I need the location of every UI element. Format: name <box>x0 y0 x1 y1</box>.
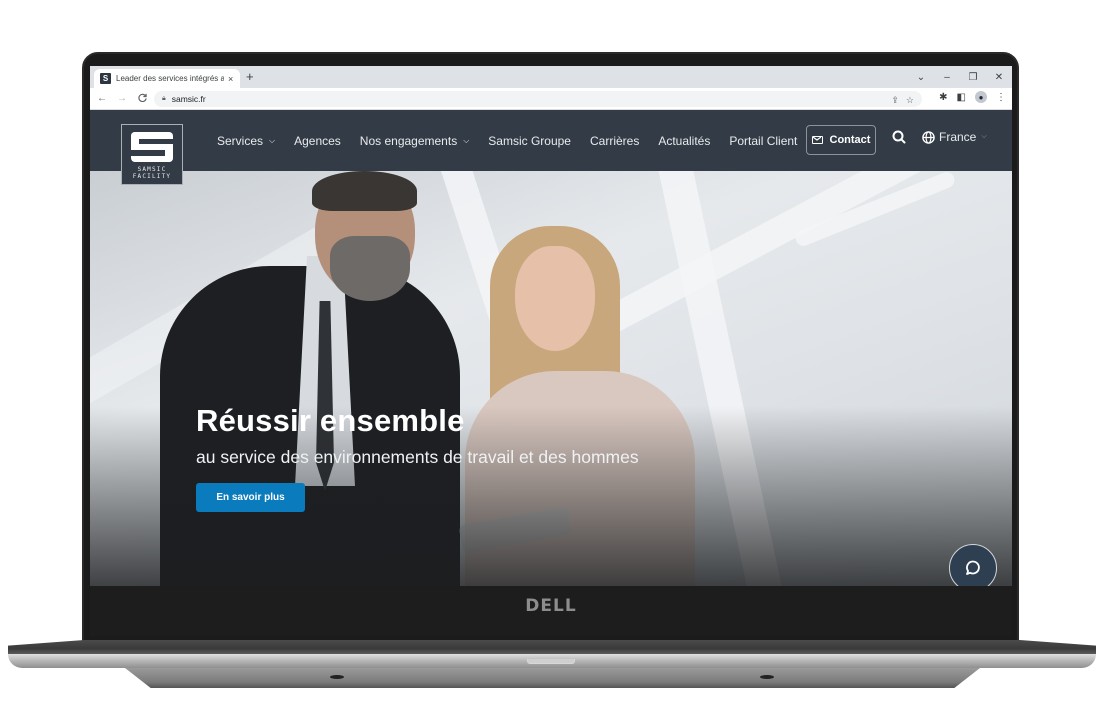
main-nav: Services ⌵ Agences Nos engagements ⌵ Samsi… <box>217 111 816 171</box>
globe-icon <box>922 130 935 144</box>
puzzle-icon[interactable]: ✱ <box>939 92 947 103</box>
menu-icon[interactable]: ⋮ <box>996 92 1006 103</box>
mail-icon <box>811 136 823 144</box>
learn-more-button[interactable]: En savoir plus <box>196 483 305 512</box>
side-panel-icon[interactable]: ◧ <box>957 92 966 103</box>
laptop-foot <box>330 675 344 679</box>
laptop-base-underside <box>125 668 980 688</box>
lock-icon: 🔒︎ <box>162 95 166 102</box>
nav-item-carrieres[interactable]: Carrières <box>590 134 639 148</box>
address-bar[interactable]: 🔒︎ samsic.fr ⇪ ☆ <box>154 91 922 107</box>
chevron-down-icon: ⌵ <box>463 136 470 145</box>
screen-bezel: DELL <box>90 586 1012 636</box>
browser-toolbar: ← → 🔒︎ samsic.fr ⇪ ☆ ✱ ◧ ● ⋮ <box>90 88 1012 110</box>
laptop-foot <box>760 675 774 679</box>
site-header: SAMSIC FACILITY Services ⌵ Agences Nos en… <box>90 111 1012 185</box>
tab-close-icon[interactable]: × <box>228 74 233 84</box>
browser-window: S Leader des services intégrés aux × + ⌄… <box>90 66 1012 586</box>
new-tab-button[interactable]: + <box>246 69 254 84</box>
tab-search-icon[interactable]: ⌄ <box>908 72 934 83</box>
nav-item-nos-engagements[interactable]: Nos engagements ⌵ <box>360 134 469 148</box>
hero-subtitle: au service des environnements de travail… <box>196 447 639 467</box>
nav-item-actualites[interactable]: Actualités <box>658 134 710 148</box>
omnibox-icons: ⇪ ☆ <box>891 95 914 106</box>
window-controls: ⌄ – ❐ ✕ <box>908 66 1012 88</box>
hero-title: Réussir ensemble <box>196 403 465 438</box>
nav-item-agences[interactable]: Agences <box>294 134 341 148</box>
dell-logo: DELL <box>525 596 577 616</box>
tab-title: Leader des services intégrés aux <box>116 74 224 83</box>
nav-item-portail-client[interactable]: Portail Client <box>729 134 797 148</box>
samsic-logo[interactable]: SAMSIC FACILITY <box>121 124 183 185</box>
logo-text: SAMSIC FACILITY <box>132 166 172 180</box>
nav-item-samsic-groupe[interactable]: Samsic Groupe <box>488 134 571 148</box>
hero-banner <box>90 171 1012 586</box>
laptop-hinge <box>8 640 1096 654</box>
extension-icons: ✱ ◧ ● ⋮ <box>939 91 1006 103</box>
language-selector[interactable]: France ⌵ <box>922 130 987 144</box>
profile-icon[interactable]: ● <box>975 91 987 103</box>
chevron-down-icon: ⌵ <box>269 136 276 145</box>
s-logo-icon <box>131 132 173 162</box>
star-icon[interactable]: ☆ <box>906 95 914 106</box>
reload-icon <box>137 93 147 102</box>
contact-button[interactable]: Contact <box>806 125 876 155</box>
search-icon <box>892 130 906 144</box>
search-button[interactable] <box>892 130 908 146</box>
chevron-down-icon: ⌵ <box>981 133 987 140</box>
laptop-lid-notch <box>527 659 575 664</box>
nav-item-services[interactable]: Services ⌵ <box>217 134 275 148</box>
minimize-button[interactable]: – <box>934 72 960 83</box>
close-window-button[interactable]: ✕ <box>986 72 1012 83</box>
share-icon[interactable]: ⇪ <box>891 95 899 106</box>
forward-button[interactable]: → <box>114 93 130 104</box>
chat-bubble-icon <box>966 560 980 575</box>
url-text: samsic.fr <box>171 94 206 104</box>
chat-button[interactable] <box>949 544 997 586</box>
reload-button[interactable] <box>134 93 150 105</box>
browser-tab-active[interactable]: S Leader des services intégrés aux × <box>94 69 240 88</box>
tab-strip: S Leader des services intégrés aux × + ⌄… <box>90 66 1012 88</box>
samsic-favicon-icon: S <box>100 73 111 84</box>
restore-button[interactable]: ❐ <box>960 72 986 83</box>
back-button[interactable]: ← <box>94 93 110 104</box>
